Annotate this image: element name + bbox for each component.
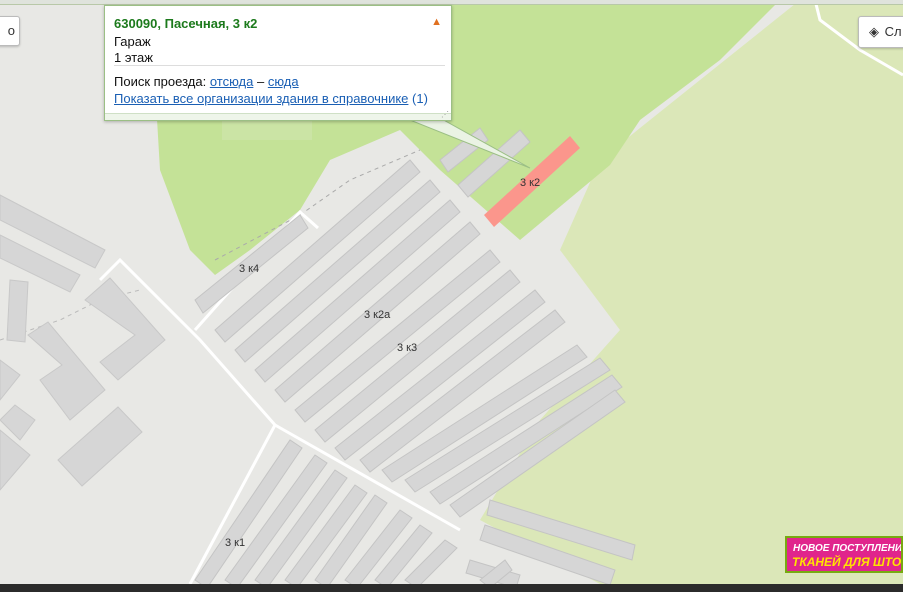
warning-icon[interactable]: ▲ [431,16,442,28]
ad-line-1: НОВОЕ ПОСТУПЛЕНИЕ [793,543,903,554]
popup-address: 630090, Пасечная, 3 к2 [114,16,258,31]
route-to-link[interactable]: сюда [268,74,299,89]
map-control-label: о [7,23,15,38]
route-search-row: Поиск проезда: отсюда – сюда [114,74,299,89]
show-orgs-link[interactable]: Показать все организации здания в справо… [114,91,408,106]
orgs-row: Показать все организации здания в справо… [114,91,428,106]
bottom-bar [0,584,903,592]
route-separator: – [256,74,265,89]
layers-label: Сл [884,24,902,39]
building-info-popup: 630090, Пасечная, 3 к2 ▲ Гараж 1 этаж По… [104,5,452,121]
layers-button[interactable]: ◈ Сл [858,16,903,48]
ad-banner[interactable]: НОВОЕ ПОСТУПЛЕНИЕ ТКАНЕЙ ДЛЯ ШТОР [785,536,903,573]
route-from-link[interactable]: отсюда [210,74,254,89]
popup-divider [114,65,445,66]
map-control-button[interactable]: о [0,16,20,46]
popup-floors: 1 этаж [114,50,153,65]
label-3k1: 3 к1 [225,537,245,549]
popup-footer [105,113,451,120]
label-3k2a: 3 к2а [364,309,391,321]
route-label: Поиск проезда: [114,74,207,89]
label-3k4: 3 к4 [239,263,259,275]
ad-line-2: ТКАНЕЙ ДЛЯ ШТОР [792,555,903,569]
popup-building-type: Гараж [114,34,151,49]
label-3k3: 3 к3 [397,342,417,354]
layers-icon: ◈ [869,24,879,39]
resize-grip-icon[interactable]: ⋰ [441,110,449,119]
orgs-count: (1) [412,91,428,106]
label-3k2: 3 к2 [520,177,540,189]
